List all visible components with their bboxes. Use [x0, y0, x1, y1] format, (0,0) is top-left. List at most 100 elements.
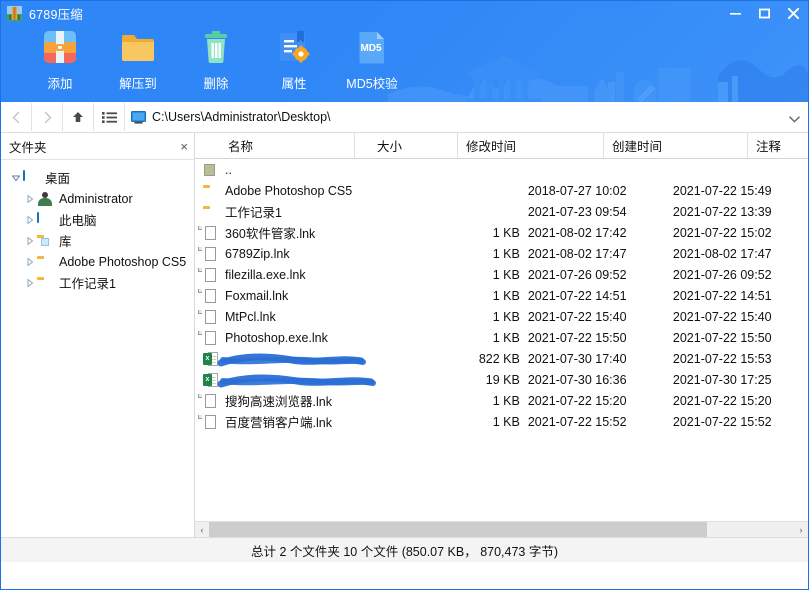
file-row[interactable]: Adobe Photoshop CS5 2018-07-27 10:022021-… — [195, 180, 808, 201]
file-created-time-cell: 2021-07-22 15:49 — [665, 184, 808, 198]
navigation-bar: C:\Users\Administrator\Desktop\ — [1, 102, 808, 133]
file-created-time-cell: 2021-07-22 15:02 — [665, 226, 808, 240]
expand-arrow-icon[interactable] — [23, 192, 37, 206]
file-modified-time-cell: 2018-07-27 10:02 — [520, 184, 665, 198]
folder-icon — [37, 275, 54, 290]
tree-item-administrator[interactable]: Administrator — [1, 188, 194, 209]
toolbar-label: 解压到 — [119, 73, 157, 92]
file-size-cell: 1 KB — [456, 331, 520, 345]
minimize-icon[interactable] — [721, 1, 750, 25]
chevron-down-icon[interactable] — [789, 112, 800, 126]
file-list-panel: 名称 大小 修改时间 创建时间 注释 .. Adobe Photoshop CS5… — [195, 133, 808, 537]
file-name-cell[interactable]: 百度营销客户端.lnk — [195, 412, 456, 431]
address-bar[interactable]: C:\Users\Administrator\Desktop\ — [127, 103, 808, 131]
expand-arrow-icon[interactable] — [9, 171, 23, 185]
expand-arrow-icon[interactable] — [23, 234, 37, 248]
tree-item-label: 此电脑 — [59, 210, 97, 229]
file-row[interactable]: Foxmail.lnk1 KB2021-07-22 14:512021-07-2… — [195, 285, 808, 306]
file-name-cell[interactable]: Photoshop.exe.lnk — [195, 330, 456, 346]
shortcut-file-icon — [203, 393, 219, 409]
app-window: 6789压缩 — [0, 0, 809, 590]
maximize-icon[interactable] — [750, 1, 779, 25]
up-arrow-icon[interactable] — [63, 103, 94, 131]
delete-trash-icon — [196, 27, 236, 67]
file-created-time-cell: 2021-07-30 17:25 — [665, 373, 808, 387]
file-created-time-cell: 2021-07-22 15:50 — [665, 331, 808, 345]
file-row[interactable]: 工作记录12021-07-23 09:542021-07-22 13:39 — [195, 201, 808, 222]
column-header-comment[interactable]: 注释 — [748, 133, 808, 158]
file-name-cell[interactable]: Adobe Photoshop CS5 — [195, 183, 456, 199]
expand-arrow-icon[interactable] — [23, 255, 37, 269]
toolbar-button-extract-to[interactable]: 解压到 — [99, 27, 177, 92]
user-icon — [37, 191, 54, 206]
scroll-right-arrow[interactable]: › — [794, 522, 808, 537]
file-row[interactable]: x822 KB2021-07-30 17:402021-07-22 15:53 — [195, 348, 808, 369]
extract-to-folder-icon — [118, 27, 158, 67]
file-row[interactable]: 6789Zip.lnk1 KB2021-08-02 17:472021-08-0… — [195, 243, 808, 264]
scrollbar-thumb[interactable] — [209, 522, 707, 537]
file-row[interactable]: 360软件管家.lnk1 KB2021-08-02 17:422021-07-2… — [195, 222, 808, 243]
window-header: 6789压缩 — [1, 1, 808, 102]
tree-item-work-log-1[interactable]: 工作记录1 — [1, 272, 194, 293]
file-modified-time-cell: 2021-08-02 17:42 — [520, 226, 665, 240]
column-header-modified-time[interactable]: 修改时间 — [458, 133, 604, 158]
toolbar-button-delete[interactable]: 删除 — [177, 27, 255, 92]
file-name-label: 6789Zip.lnk — [225, 247, 290, 261]
file-name-cell[interactable]: Foxmail.lnk — [195, 288, 456, 304]
tree-item-label: Administrator — [59, 192, 133, 206]
column-header-name[interactable]: 名称 — [195, 133, 355, 158]
file-name-cell[interactable]: 工作记录1 — [195, 202, 456, 221]
computer-icon — [37, 212, 54, 227]
parent-dir-icon — [203, 162, 219, 178]
file-row[interactable]: MtPcl.lnk1 KB2021-07-22 15:402021-07-22 … — [195, 306, 808, 327]
file-row[interactable]: .. — [195, 159, 808, 180]
shortcut-file-icon — [203, 246, 219, 262]
file-name-cell[interactable]: 搜狗高速浏览器.lnk — [195, 391, 456, 410]
tree-item-desktop[interactable]: 桌面 — [1, 167, 194, 188]
file-name-cell[interactable]: x — [195, 372, 456, 388]
tree-item-label: 库 — [59, 231, 72, 250]
file-modified-time-cell: 2021-07-22 14:51 — [520, 289, 665, 303]
horizontal-scrollbar[interactable]: ‹ › — [195, 521, 808, 537]
expand-arrow-icon[interactable] — [23, 276, 37, 290]
shortcut-file-icon — [203, 225, 219, 241]
scroll-left-arrow[interactable]: ‹ — [195, 522, 209, 537]
close-icon[interactable]: × — [180, 140, 188, 153]
file-size-cell: 1 KB — [456, 226, 520, 240]
svg-text:MD5: MD5 — [360, 43, 382, 54]
column-header-created-time[interactable]: 创建时间 — [604, 133, 748, 158]
file-modified-time-cell: 2021-07-26 09:52 — [520, 268, 665, 282]
window-controls — [721, 1, 808, 25]
file-size-cell: 19 KB — [456, 373, 520, 387]
list-view-icon[interactable] — [94, 103, 125, 131]
forward-arrow-icon[interactable] — [32, 103, 63, 131]
file-size-cell: 1 KB — [456, 289, 520, 303]
file-list: ..Adobe Photoshop CS52018-07-27 10:02202… — [195, 159, 808, 521]
file-size-cell: 822 KB — [456, 352, 520, 366]
back-arrow-icon[interactable] — [1, 103, 32, 131]
title-bar: 6789压缩 — [1, 1, 808, 25]
tree-item-library[interactable]: 库 — [1, 230, 194, 251]
file-name-cell[interactable]: filezilla.exe.lnk — [195, 267, 456, 283]
toolbar: 添加 解压到 — [1, 27, 808, 92]
file-row[interactable]: 搜狗高速浏览器.lnk1 KB2021-07-22 15:202021-07-2… — [195, 390, 808, 411]
file-name-cell[interactable]: x — [195, 351, 456, 367]
toolbar-button-md5-check[interactable]: MD5 MD5校验 — [333, 27, 411, 92]
toolbar-button-add[interactable]: 添加 — [21, 27, 99, 92]
file-row[interactable]: filezilla.exe.lnk1 KB2021-07-26 09:52202… — [195, 264, 808, 285]
close-icon[interactable] — [779, 1, 808, 25]
toolbar-button-properties[interactable]: 属性 — [255, 27, 333, 92]
expand-arrow-icon[interactable] — [23, 213, 37, 227]
tree-item-adobe-photoshop-cs5[interactable]: Adobe Photoshop CS5 — [1, 251, 194, 272]
scrollbar-track[interactable] — [209, 522, 794, 537]
file-name-cell[interactable]: .. — [195, 162, 456, 178]
file-name-cell[interactable]: MtPcl.lnk — [195, 309, 456, 325]
column-header-size[interactable]: 大小 — [355, 133, 458, 158]
file-row[interactable]: x19 KB2021-07-30 16:362021-07-30 17:25 — [195, 369, 808, 390]
file-name-cell[interactable]: 360软件管家.lnk — [195, 223, 456, 242]
file-row[interactable]: 百度营销客户端.lnk1 KB2021-07-22 15:522021-07-2… — [195, 411, 808, 432]
file-size-cell: 1 KB — [456, 415, 520, 429]
file-name-cell[interactable]: 6789Zip.lnk — [195, 246, 456, 262]
file-row[interactable]: Photoshop.exe.lnk1 KB2021-07-22 15:50202… — [195, 327, 808, 348]
tree-item-this-pc[interactable]: 此电脑 — [1, 209, 194, 230]
